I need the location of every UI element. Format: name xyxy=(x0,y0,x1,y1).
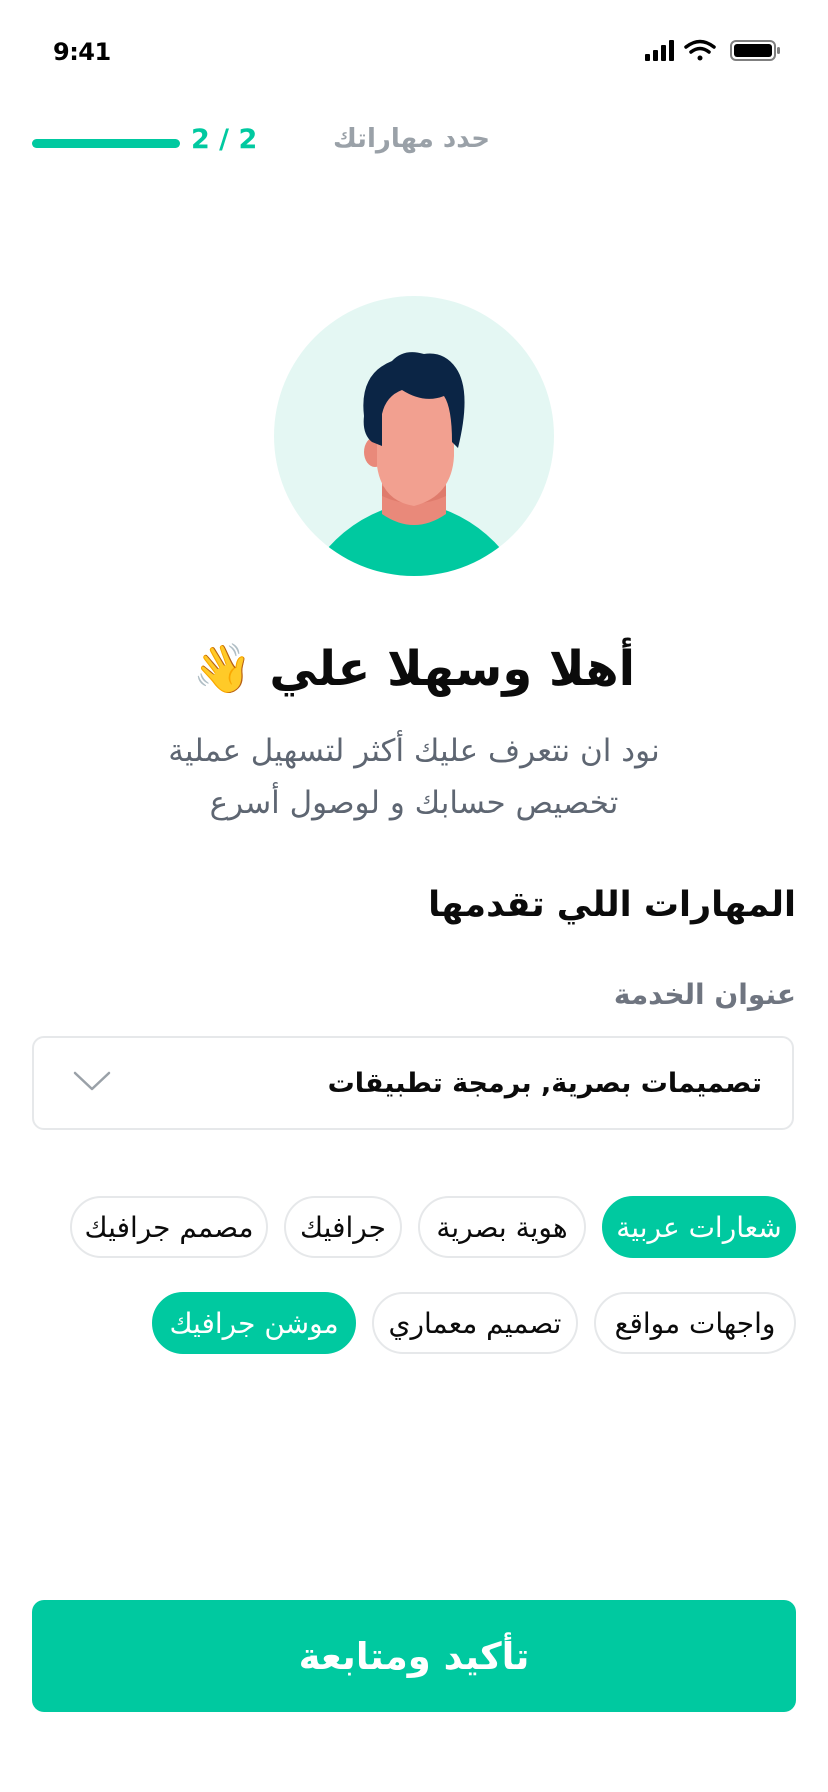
skill-chip-arabic-logos[interactable]: شعارات عربية xyxy=(602,1196,796,1258)
progress-bar xyxy=(32,139,180,148)
welcome-subtitle: نود ان نتعرف عليك أكثر لتسهيل عملية تخصي… xyxy=(100,725,728,829)
step-counter: 2 / 2 xyxy=(191,124,258,155)
battery-icon xyxy=(730,40,780,61)
skill-chip-architecture[interactable]: تصميم معماري xyxy=(372,1292,578,1354)
service-select[interactable]: تصميمات بصرية, برمجة تطبيقات xyxy=(32,1036,794,1130)
skills-section-title: المهارات اللي تقدمها xyxy=(428,885,796,925)
confirm-continue-button[interactable]: تأكيد ومتابعة xyxy=(32,1600,796,1712)
skill-chip-graphic-designer[interactable]: مصمم جرافيك xyxy=(70,1196,268,1258)
subtitle-line: تخصيص حسابك و لوصول أسرع xyxy=(209,785,619,821)
skill-chip-visual-identity[interactable]: هوية بصرية xyxy=(418,1196,586,1258)
service-select-value: تصميمات بصرية, برمجة تطبيقات xyxy=(327,1068,762,1099)
skill-chip-web-interfaces[interactable]: واجهات مواقع xyxy=(594,1292,796,1354)
signal-icon xyxy=(645,40,674,61)
wifi-icon xyxy=(684,39,716,61)
subtitle-line: نود ان نتعرف عليك أكثر لتسهيل عملية xyxy=(168,733,660,769)
skill-chip-graphics[interactable]: جرافيك xyxy=(284,1196,402,1258)
skill-chip-motion-graphics[interactable]: موشن جرافيك xyxy=(152,1292,356,1354)
chevron-down-icon xyxy=(73,1071,111,1091)
step-title: حدد مهاراتك xyxy=(332,124,490,154)
status-time: 9:41 xyxy=(53,38,111,66)
avatar-illustration xyxy=(274,296,554,576)
status-icons xyxy=(645,39,780,61)
welcome-heading: أهلا وسهلا علي 👋 xyxy=(192,641,636,697)
service-title-label: عنوان الخدمة xyxy=(613,978,796,1011)
